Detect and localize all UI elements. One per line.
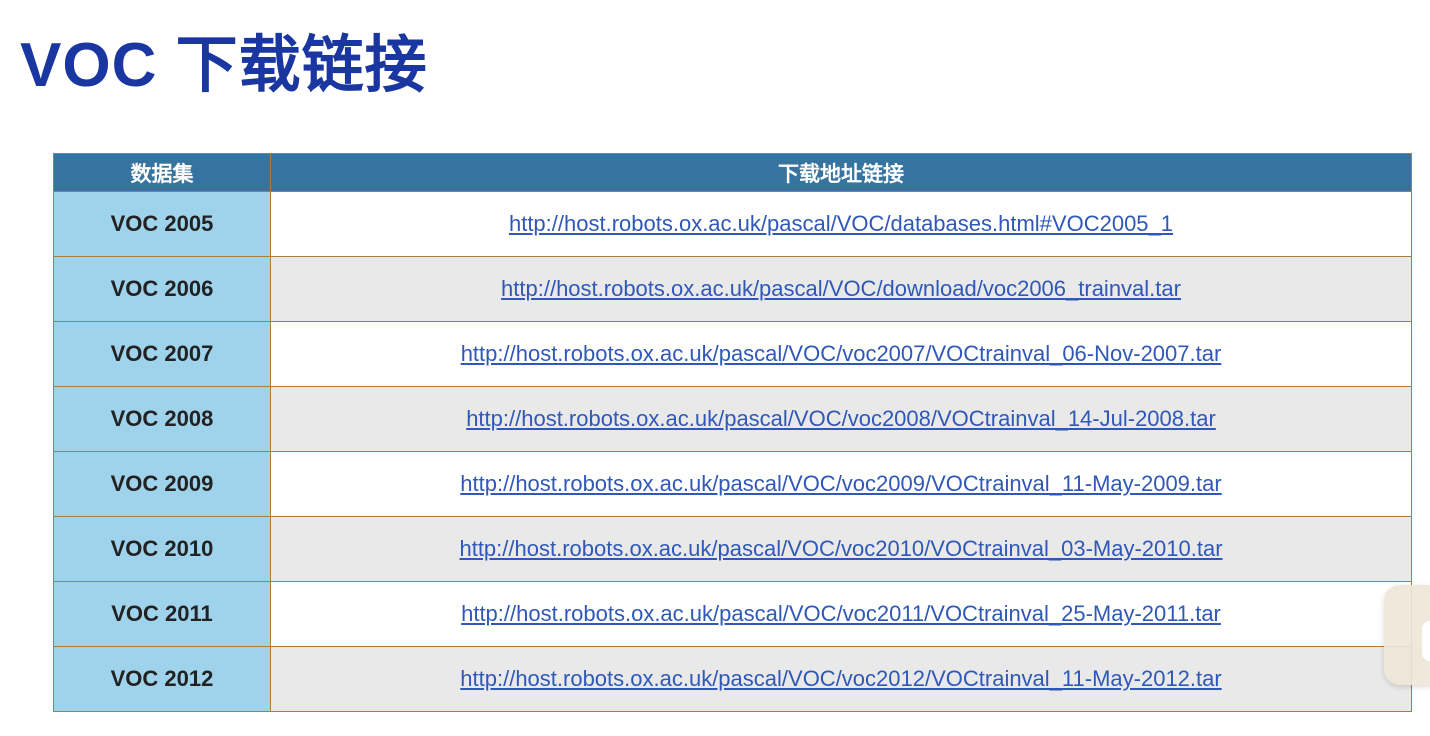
download-cell: http://host.robots.ox.ac.uk/pascal/VOC/v… (270, 516, 1412, 582)
dataset-name: VOC 2006 (53, 256, 271, 322)
widget-icon (1422, 621, 1430, 661)
page-title: VOC 下载链接 (20, 31, 428, 100)
download-cell: http://host.robots.ox.ac.uk/pascal/VOC/v… (270, 451, 1412, 517)
dataset-name: VOC 2005 (53, 191, 271, 257)
table-header-row: 数据集 下载地址链接 (53, 153, 1412, 192)
dataset-name: VOC 2010 (53, 516, 271, 582)
voc-download-table: 数据集 下载地址链接 VOC 2005 http://host.robots.o… (53, 153, 1412, 712)
download-cell: http://host.robots.ox.ac.uk/pascal/VOC/v… (270, 646, 1412, 712)
download-cell: http://host.robots.ox.ac.uk/pascal/VOC/v… (270, 581, 1412, 647)
download-cell: http://host.robots.ox.ac.uk/pascal/VOC/v… (270, 321, 1412, 387)
header-download-link: 下载地址链接 (270, 153, 1412, 192)
dataset-name: VOC 2007 (53, 321, 271, 387)
dataset-name: VOC 2011 (53, 581, 271, 647)
table-row: VOC 2009 http://host.robots.ox.ac.uk/pas… (53, 451, 1412, 517)
download-link[interactable]: http://host.robots.ox.ac.uk/pascal/VOC/v… (466, 406, 1216, 431)
download-link[interactable]: http://host.robots.ox.ac.uk/pascal/VOC/v… (460, 666, 1221, 691)
download-link[interactable]: http://host.robots.ox.ac.uk/pascal/VOC/v… (459, 536, 1222, 561)
dataset-name: VOC 2012 (53, 646, 271, 712)
download-link[interactable]: http://host.robots.ox.ac.uk/pascal/VOC/v… (461, 601, 1221, 626)
table-row: VOC 2005 http://host.robots.ox.ac.uk/pas… (53, 191, 1412, 257)
download-cell: http://host.robots.ox.ac.uk/pascal/VOC/d… (270, 191, 1412, 257)
table-row: VOC 2011 http://host.robots.ox.ac.uk/pas… (53, 581, 1412, 647)
download-link[interactable]: http://host.robots.ox.ac.uk/pascal/VOC/d… (501, 276, 1181, 301)
header-dataset: 数据集 (53, 153, 271, 192)
download-link[interactable]: http://host.robots.ox.ac.uk/pascal/VOC/v… (461, 341, 1222, 366)
dataset-name: VOC 2008 (53, 386, 271, 452)
table-row: VOC 2012 http://host.robots.ox.ac.uk/pas… (53, 646, 1412, 712)
floating-widget[interactable] (1384, 585, 1430, 685)
table-row: VOC 2006 http://host.robots.ox.ac.uk/pas… (53, 256, 1412, 322)
download-cell: http://host.robots.ox.ac.uk/pascal/VOC/d… (270, 256, 1412, 322)
table-row: VOC 2007 http://host.robots.ox.ac.uk/pas… (53, 321, 1412, 387)
table-row: VOC 2008 http://host.robots.ox.ac.uk/pas… (53, 386, 1412, 452)
download-link[interactable]: http://host.robots.ox.ac.uk/pascal/VOC/d… (509, 211, 1173, 236)
download-link[interactable]: http://host.robots.ox.ac.uk/pascal/VOC/v… (460, 471, 1221, 496)
dataset-name: VOC 2009 (53, 451, 271, 517)
table-row: VOC 2010 http://host.robots.ox.ac.uk/pas… (53, 516, 1412, 582)
download-cell: http://host.robots.ox.ac.uk/pascal/VOC/v… (270, 386, 1412, 452)
